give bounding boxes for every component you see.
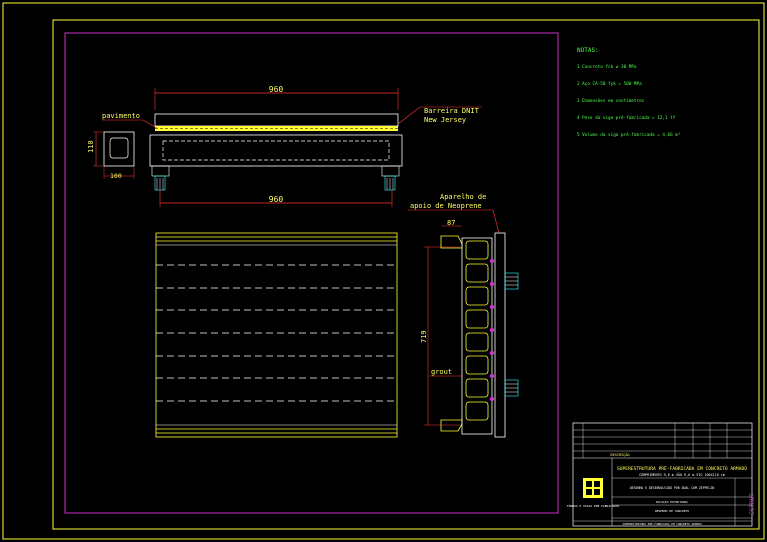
beam-cell xyxy=(465,286,489,306)
barrier-layer xyxy=(154,113,399,127)
company-line2: DESENHO DE CONCRETO xyxy=(655,509,690,513)
notes-title: NOTAS: xyxy=(577,47,599,55)
plan-outline xyxy=(155,232,398,438)
spacing-label: 87 xyxy=(447,219,455,227)
grout-label: grout xyxy=(431,368,452,376)
bottom-flange xyxy=(440,419,463,432)
elevation-view: 960 960 pavimento Barreira DNIT New Jers xyxy=(102,85,482,207)
section-width-label: 100 xyxy=(110,172,122,180)
barrier-label-line2: New Jersey xyxy=(424,116,466,124)
grout-joint xyxy=(489,396,495,402)
drawing-line: DESENHO E DESENVOLVIDO POR DUAL COM ZEPP… xyxy=(630,486,715,490)
footer-text: SUPERESTRUTURA PRÉ-FABRICADA EM CONCRETO… xyxy=(622,521,701,526)
beam-cell xyxy=(465,309,489,329)
title-block: DESCRIÇÃO FÔRMAS E VIGAS PRÉ-FABRICADAS … xyxy=(567,422,756,527)
grout-joint xyxy=(489,327,495,333)
company-logo-mark xyxy=(594,489,600,495)
beam-stack-outline xyxy=(461,237,493,435)
beam-cell xyxy=(465,332,489,352)
beam-cell xyxy=(465,240,489,260)
beam-cell xyxy=(465,378,489,398)
top-flange xyxy=(440,235,463,249)
grout-joint xyxy=(489,350,495,356)
side-section-view: Aparelho de apoio de Neoprene 87 719 gro… xyxy=(408,193,519,438)
beam-void xyxy=(162,140,390,161)
note-item: 2 Aço CA-50 fyk = 500 MPa xyxy=(577,82,642,88)
logo-caption: FÔRMAS E VIGAS PRÉ-FABRICADAS xyxy=(567,503,620,508)
beam-cell xyxy=(465,401,489,421)
barrier-leader xyxy=(397,106,421,125)
note-item: 4 Peso da viga pré-fabricada = 12,1 tf xyxy=(577,115,676,121)
company-logo-mark xyxy=(586,489,592,495)
grout-joint xyxy=(489,258,495,264)
note-item: 1 Concreto fck ≥ 30 MPa xyxy=(577,65,637,71)
section-outline xyxy=(103,131,135,167)
note-item: 3 Dimensões em centímetros xyxy=(577,98,645,104)
beam-cross-section: 110 100 xyxy=(87,131,135,180)
beam-cell-stack xyxy=(461,237,495,435)
neoprene-label-line1: Aparelho de xyxy=(440,193,486,201)
beam-cell xyxy=(465,355,489,375)
section-height-label: 110 xyxy=(87,140,95,153)
abutment-wall xyxy=(494,232,506,438)
top-width-label: 960 xyxy=(269,85,284,94)
stamp-label: ESTRUT xyxy=(749,493,756,515)
section-void xyxy=(109,137,129,159)
neoprene-leader xyxy=(492,209,500,234)
notes-block: NOTAS: 1 Concreto fck ≥ 30 MPa 2 Aço CA-… xyxy=(577,36,757,144)
sheet-border xyxy=(64,32,559,514)
length-label: 719 xyxy=(420,330,428,343)
beam-box xyxy=(149,134,403,167)
barrier-label-line1: Barreira DNIT xyxy=(424,107,480,115)
right-support-block xyxy=(381,165,400,177)
left-support-block xyxy=(151,165,170,177)
pavimento-label: pavimento xyxy=(102,112,140,120)
beam-cell xyxy=(465,263,489,283)
neoprene-label-line2: apoio de Neoprene xyxy=(410,202,482,210)
company-line1: SOLUÇÃO ESTRUTURAL xyxy=(656,499,689,504)
note-item: 5 Volume da viga pré-fabricada = 4,66 m³ xyxy=(577,132,681,138)
grout-joint xyxy=(489,281,495,287)
company-logo-mark xyxy=(594,481,600,487)
bottom-width-label: 960 xyxy=(269,195,284,204)
grout-joint xyxy=(489,373,495,379)
company-logo-mark xyxy=(586,481,592,487)
project-title: SUPERESTRUTURA PRÉ-FABRICADA EM CONCRETO… xyxy=(617,464,747,472)
revision-header: DESCRIÇÃO xyxy=(611,452,630,457)
project-subtitle: COMPRIMENTO 9,6 m VÃO 9,6 m VIG 100X110 … xyxy=(639,472,725,477)
plan-view xyxy=(155,232,398,438)
grout-joint xyxy=(489,304,495,310)
